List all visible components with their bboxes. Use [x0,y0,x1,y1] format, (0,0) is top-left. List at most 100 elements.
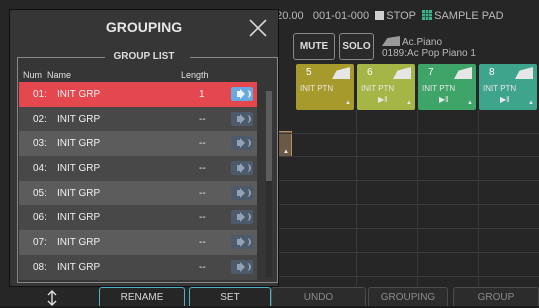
group-button[interactable]: GROUP [453,287,539,306]
grid-row-line [272,252,539,253]
speaker-icon[interactable] [231,111,253,126]
grid-column-line [356,110,357,286]
stop-icon [375,11,385,21]
slot-menu-icon: ▲ [467,100,473,106]
track-header[interactable]: 5 [296,64,354,82]
track-column[interactable]: 6 INIT PTN ▶‖ ▲ [357,64,415,110]
group-name: INIT GRP [57,212,101,224]
group-number: 06: [33,212,47,224]
rename-button[interactable]: RENAME [99,287,185,306]
sample-pad-button[interactable]: SAMPLE PAD [422,10,504,22]
grid-row-line [272,228,539,229]
dialog-title: GROUPING [105,19,183,35]
track-header[interactable]: 6 [357,64,415,82]
track-number: 6 [367,67,373,78]
track-column[interactable]: 7 INIT PTN ▶‖ ▲ [418,64,476,110]
group-length: -- [199,113,206,125]
solo-button[interactable]: SOLO [339,33,374,60]
piano-icon [515,67,533,79]
set-button[interactable]: SET [189,287,271,306]
play-icon: ▶‖ [378,95,388,104]
pattern-slot[interactable]: INIT PTN ▶‖ ▲ [357,82,415,110]
speaker-icon[interactable] [231,210,253,225]
scrollbar-thumb[interactable] [266,91,272,181]
stop-label: STOP [386,10,416,23]
group-list-row[interactable]: 05: INIT GRP -- [19,180,257,206]
play-icon: ▶‖ [439,95,449,104]
pattern-name: INIT PTN [422,84,456,93]
track-tone-name: 0189:Ac Pop Piano 1 [382,48,476,59]
piano-icon [382,36,400,46]
group-length: -- [199,187,206,199]
speaker-icon[interactable] [231,161,253,176]
piano-icon [454,67,472,79]
group-name: INIT GRP [57,237,101,249]
column-name: Name [47,70,72,80]
slot-menu-icon: ▲ [406,100,412,106]
group-list: 01: INIT GRP 1 02: INIT GRP -- 03: INIT GRP -- 04… [19,82,257,280]
track-category: Ac.Piano [382,36,476,48]
grid-row-line [272,133,539,134]
pattern-name: INIT PTN [361,84,395,93]
group-list-row[interactable]: 01: INIT GRP 1 [19,82,257,107]
group-number: 03: [33,138,47,150]
group-list-label: GROUP LIST [113,51,175,62]
track-number: 8 [489,67,495,78]
group-list-row[interactable]: 02: INIT GRP -- [19,106,257,132]
group-length: 1 [199,89,205,100]
grid-row-line [272,156,539,157]
sample-pad-icon [422,10,433,21]
track-number: 7 [428,67,434,78]
list-scrollbar[interactable] [266,91,272,277]
pattern-slot[interactable]: INIT PTN ▲ [296,82,354,110]
speaker-icon[interactable] [231,136,253,151]
track-number: 5 [306,67,312,78]
speaker-icon[interactable] [231,235,253,250]
track-category-label: Ac.Piano [402,37,443,48]
up-down-arrow-icon[interactable] [42,290,62,306]
position-readout[interactable]: 001-01-000 [313,10,369,22]
grid-row-line [272,180,539,181]
grouping-button[interactable]: GROUPING [368,287,448,306]
status-bar: 120.00 001-01-000 STOP SAMPLE PAD [270,10,539,30]
stop-status: STOP [375,10,416,22]
mute-button[interactable]: MUTE [293,33,335,60]
group-number: 08: [33,261,47,273]
slot-menu-icon: ▲ [345,100,351,106]
speaker-icon[interactable] [231,185,253,200]
grid-column-line [478,110,479,286]
group-list-row[interactable]: 04: INIT GRP -- [19,156,257,181]
piano-icon [332,67,350,79]
track-info[interactable]: Ac.Piano 0189:Ac Pop Piano 1 [382,36,476,59]
pattern-slot[interactable]: INIT PTN ▶‖ ▲ [479,82,537,110]
group-length: -- [199,237,206,249]
group-name: INIT GRP [57,187,101,199]
pattern-name: INIT PTN [483,84,517,93]
track-column[interactable]: 8 INIT PTN ▶‖ ▲ [479,64,537,110]
group-list-row[interactable]: 03: INIT GRP -- [19,131,257,157]
cell-menu-icon: ▲ [283,149,289,155]
grid-row-line [272,276,539,277]
group-length: -- [199,138,206,150]
close-icon[interactable] [248,18,268,38]
group-length: -- [199,261,206,273]
speaker-icon[interactable] [231,259,253,274]
track-header[interactable]: 7 [418,64,476,82]
group-number: 04: [33,163,47,175]
grid-row-line [272,204,539,205]
column-num: Num [23,70,43,80]
pattern-slot[interactable]: INIT PTN ▶‖ ▲ [418,82,476,110]
group-list-row[interactable]: 08: INIT GRP -- [19,254,257,280]
speaker-icon[interactable] [231,87,253,101]
pattern-name: INIT PTN [300,84,334,93]
undo-button[interactable]: UNDO [271,287,366,306]
group-name: INIT GRP [57,163,101,175]
group-list-row[interactable]: 06: INIT GRP -- [19,205,257,231]
grouping-dialog: GROUPING GROUP LIST Num Name Length 01: I… [9,9,279,287]
group-name: INIT GRP [57,89,101,100]
track-header[interactable]: 8 [479,64,537,82]
column-length: Length [181,70,209,80]
track-column[interactable]: 5 INIT PTN ▲ [296,64,354,110]
group-list-row[interactable]: 07: INIT GRP -- [19,230,257,255]
grid-column-line [417,110,418,286]
